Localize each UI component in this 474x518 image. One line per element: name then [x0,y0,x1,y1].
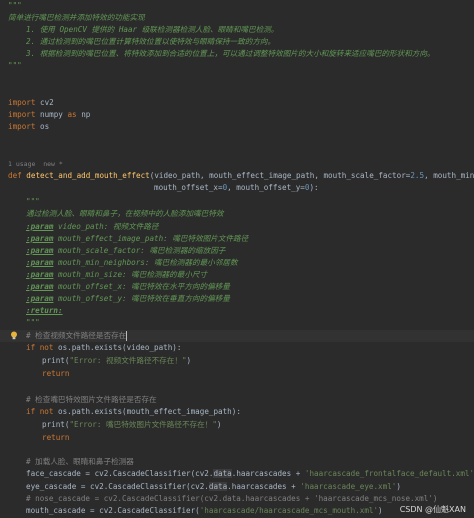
comment-check-video: # 检查视频文件路径是否存在 [26,331,128,341]
func-doc-desc: 通过检测人脸、眼睛和鼻子，在视频中的人脸添加嘴巴特效 [26,209,224,218]
nose-cascade-comment: # nose_cascade = cv2.CascadeClassifier(c… [26,494,438,503]
import-cv2: import cv2 [8,98,54,107]
func-doc-param: :param mouth_offset_y: 嘴巴特效在垂直方向的偏移量 [26,294,230,303]
docstring-step-1: 1. 使用 OpenCV 提供的 Haar 级联检测器检测人脸、眼睛和嘴巴检测。 [26,25,279,34]
if-video-exists: if not os.path.exists(video_path): [26,343,182,352]
print-video-error: print("Error: 视频文件路径不存在！") [42,356,192,365]
func-doc-param: :param mouth_effect_image_path: 嘴巴特效图片文件… [26,234,249,243]
eye-cascade-line: eye_cascade = cv2.CascadeClassifier(cv2.… [26,482,401,491]
mouth-cascade-line: mouth_cascade = cv2.CascadeClassifier('h… [26,506,383,515]
lightbulb-icon[interactable] [10,331,18,340]
function-def-line: def detect_and_add_mouth_effect(video_pa… [8,171,474,180]
docstring-close: """ [8,61,22,70]
comment-load-detectors: # 加载人脸、眼睛和鼻子检测器 [26,457,134,466]
func-doc-param: :param mouth_scale_factor: 嘴巴检测器的缩放因子 [26,246,226,255]
func-doc-param: :param mouth_min_size: 嘴巴检测器的最小尺寸 [26,270,208,279]
func-doc-open: """ [26,197,40,206]
return-1: return [42,369,70,378]
func-doc-return: :return: [26,306,63,315]
func-doc-param: :param mouth_min_neighbors: 嘴巴检测器的最小邻居数 [26,258,238,267]
return-2: return [42,433,70,442]
func-doc-param: :param video_path: 视频文件路径 [26,222,159,231]
func-doc-close: """ [26,318,40,327]
docstring-step-2: 2. 通过检测到的嘴巴位置计算特效位置以使特效与眼睛保持一致的方向。 [26,37,276,46]
import-numpy: import numpy as np [8,110,91,119]
usage-hint[interactable]: 1 usage new * [8,158,63,170]
comment-check-effect: # 检查嘴巴特效图片文件路径是否存在 [26,395,157,404]
docstring-summary: 简单进行嘴巴检测并添加特效的功能实现 [8,13,145,22]
docstring-step-3: 3. 根据检测到的嘴巴位置、将特效添加到合适的位置上，可以通过调整特效图片的大小… [26,49,435,58]
import-os: import os [8,122,50,131]
csdn-watermark: CSDN @仙魁XAN [399,505,466,514]
if-effect-exists: if not os.path.exists(mouth_effect_image… [26,407,241,416]
code-editor[interactable]: """ 简单进行嘴巴检测并添加特效的功能实现 1. 使用 OpenCV 提供的 … [0,0,474,518]
face-cascade-line: face_cascade = cv2.CascadeClassifier(cv2… [26,469,474,478]
func-doc-param: :param mouth_offset_x: 嘴巴特效在水平方向的偏移量 [26,282,230,291]
function-def-continuation: mouth_offset_x=0, mouth_offset_y=0): [154,183,319,192]
docstring-open: """ [8,1,22,10]
print-effect-error: print("Error: 嘴巴特效图片文件路径不存在！") [42,420,222,429]
text-cursor [126,331,128,341]
